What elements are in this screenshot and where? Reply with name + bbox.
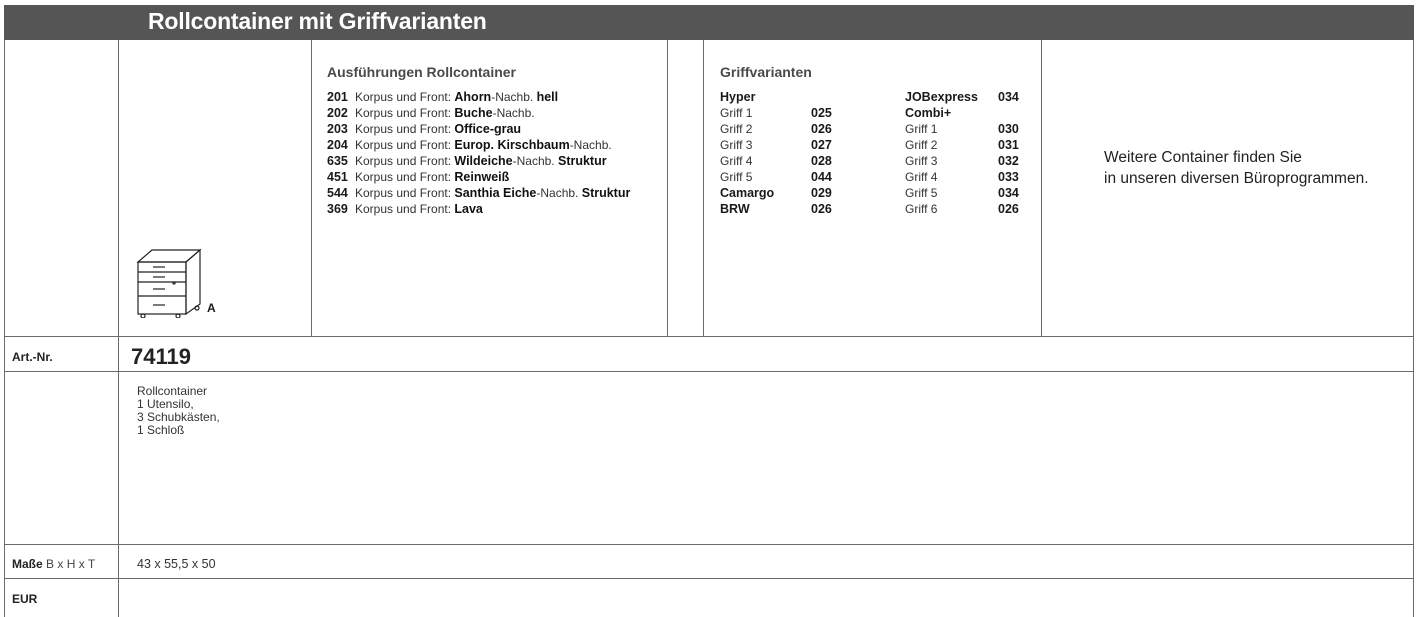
drawing-label: A — [207, 301, 216, 315]
variant-suffix: -Nachb. — [536, 186, 582, 200]
variant-prefix: Korpus und Front: — [355, 90, 455, 104]
grid-line — [4, 371, 1414, 372]
ausfuehrung-row: 451 Korpus und Front: Reinweiß — [327, 169, 509, 185]
variant-material: Wildeiche — [454, 154, 513, 168]
header-bar: Rollcontainer mit Griffvarianten — [4, 5, 1414, 40]
masse-label: Maße B x H x T — [12, 557, 95, 571]
variant-suffix: -Nachb. — [512, 154, 558, 168]
griffvarianten-title: Griffvarianten — [720, 64, 812, 80]
griff-code: 033 — [998, 170, 1019, 184]
variant-material: Ahorn — [454, 90, 492, 104]
ausfuehrung-row: 204 Korpus und Front: Europ. Kirschbaum-N… — [327, 137, 612, 153]
rolling-cabinet-drawing — [136, 248, 202, 318]
info-line-1: Weitere Container finden Sie — [1104, 149, 1302, 166]
griff-label: Griff 5 — [905, 186, 938, 200]
variant-material: Lava — [454, 202, 483, 216]
ausfuehrung-row: 202 Korpus und Front: Buche-Nachb. — [327, 105, 535, 121]
griff-group-label: BRW — [720, 202, 750, 216]
griff-code: 032 — [998, 154, 1019, 168]
variant-code: 203 — [327, 122, 348, 136]
griff-label: Griff 1 — [905, 122, 938, 136]
griff-group-label: Combi+ — [905, 106, 952, 120]
info-line-2: in unseren diversen Büroprogrammen. — [1104, 170, 1369, 187]
page-title: Rollcontainer mit Griffvarianten — [148, 8, 487, 34]
griff-code: 034 — [998, 90, 1019, 104]
griff-code: 034 — [998, 186, 1019, 200]
article-number: 74119 — [131, 344, 191, 369]
griff-code: 026 — [811, 202, 832, 216]
variant-code: 451 — [327, 170, 348, 184]
description-line: 1 Schloß — [137, 423, 185, 437]
ausfuehrungen-title: Ausführungen Rollcontainer — [327, 64, 516, 80]
variant-material: Europ. Kirschbaum — [454, 138, 570, 152]
griff-code: 026 — [998, 202, 1019, 216]
grid-line — [667, 40, 668, 336]
variant-prefix: Korpus und Front: — [355, 122, 455, 136]
variant-prefix: Korpus und Front: — [355, 186, 455, 200]
variant-code: 202 — [327, 106, 348, 120]
variant-prefix: Korpus und Front: — [355, 154, 455, 168]
ausfuehrung-row: 203 Korpus und Front: Office-grau — [327, 121, 521, 137]
variant-suffix: -Nachb. — [569, 138, 612, 152]
grid-line — [311, 40, 312, 336]
griff-code: 029 — [811, 186, 832, 200]
variant-prefix: Korpus und Front: — [355, 138, 455, 152]
ausfuehrung-row: 201 Korpus und Front: Ahorn-Nachb. hell — [327, 89, 558, 105]
griff-label: Griff 1 — [720, 106, 753, 120]
griff-label: Griff 6 — [905, 202, 938, 216]
griff-label: Griff 2 — [905, 138, 938, 152]
dimensions-value: 43 x 55,5 x 50 — [137, 557, 216, 571]
griff-code: 028 — [811, 154, 832, 168]
griff-code: 031 — [998, 138, 1019, 152]
variant-finish: hell — [536, 90, 559, 104]
ausfuehrung-row: 635 Korpus und Front: Wildeiche-Nachb. St… — [327, 153, 607, 169]
grid-line — [4, 544, 1414, 545]
griff-code: 025 — [811, 106, 832, 120]
griff-code: 030 — [998, 122, 1019, 136]
masse-label-sub: B x H x T — [46, 557, 96, 571]
variant-code: 544 — [327, 186, 348, 200]
variant-suffix: -Nachb. — [491, 90, 537, 104]
griff-label: Griff 3 — [905, 154, 938, 168]
variant-suffix: -Nachb. — [492, 106, 535, 120]
griff-group-label: Camargo — [720, 186, 775, 200]
griff-label: Griff 4 — [905, 170, 938, 184]
variant-prefix: Korpus und Front: — [355, 202, 455, 216]
variant-finish: Struktur — [581, 186, 631, 200]
griff-code: 044 — [811, 170, 832, 184]
grid-line — [4, 578, 1414, 579]
variant-material: Buche — [454, 106, 493, 120]
griff-code: 027 — [811, 138, 832, 152]
grid-line — [4, 336, 1414, 337]
grid-line — [1413, 40, 1414, 617]
grid-line — [4, 40, 5, 617]
griff-label: Griff 3 — [720, 138, 753, 152]
variant-code: 635 — [327, 154, 348, 168]
grid-line — [1041, 40, 1042, 336]
grid-line — [118, 40, 119, 617]
eur-label: EUR — [12, 592, 38, 606]
griff-group-label: Hyper — [720, 90, 756, 104]
variant-finish: Struktur — [557, 154, 607, 168]
variant-code: 369 — [327, 202, 348, 216]
griff-label: Griff 2 — [720, 122, 753, 136]
griff-label: Griff 4 — [720, 154, 753, 168]
masse-label-text: Maße — [12, 557, 43, 571]
variant-material: Office-grau — [454, 122, 522, 136]
variant-code: 201 — [327, 90, 348, 104]
griff-label: Griff 5 — [720, 170, 753, 184]
variant-prefix: Korpus und Front: — [355, 106, 455, 120]
artnr-label: Art.-Nr. — [12, 350, 53, 364]
variant-material: Santhia Eiche — [454, 186, 537, 200]
variant-code: 204 — [327, 138, 348, 152]
ausfuehrung-row: 369 Korpus und Front: Lava — [327, 201, 483, 217]
variant-prefix: Korpus und Front: — [355, 170, 455, 184]
grid-line — [703, 40, 704, 336]
griff-group-label: JOBexpress — [905, 90, 978, 104]
griff-code: 026 — [811, 122, 832, 136]
variant-material: Reinweiß — [454, 170, 510, 184]
ausfuehrung-row: 544 Korpus und Front: Santhia Eiche-Nachb… — [327, 185, 630, 201]
